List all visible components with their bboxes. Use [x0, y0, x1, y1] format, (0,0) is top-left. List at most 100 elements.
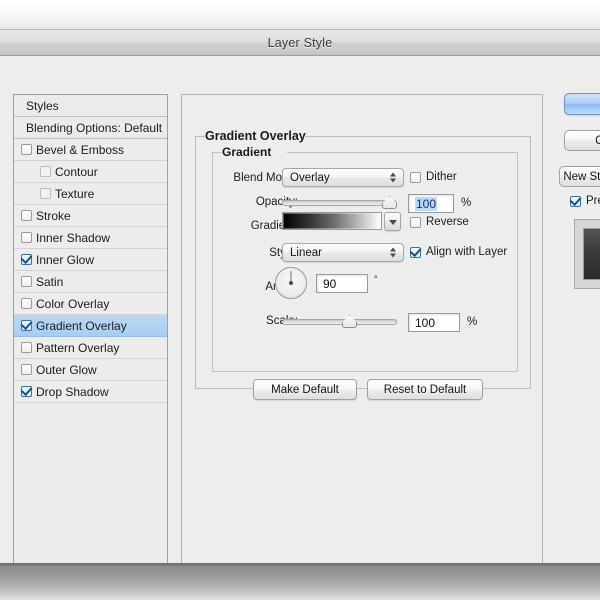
sidebar-item-label: Texture: [55, 186, 95, 201]
blending-options-label: Blending Options: Default: [26, 120, 163, 135]
section-title: Gradient Overlay: [205, 129, 306, 143]
sidebar-item-label: Drop Shadow: [36, 384, 109, 399]
sidebar-item-blending-options[interactable]: Blending Options: Default: [14, 117, 167, 139]
make-default-label: Make Default: [271, 383, 339, 396]
preview-label: Preview: [586, 195, 600, 207]
sidebar-item-contour[interactable]: Contour: [14, 161, 167, 183]
sidebar-item-drop-shadow[interactable]: Drop Shadow: [14, 381, 167, 403]
preview-thumbnail-swatch: [583, 228, 600, 280]
sidebar-item-outer-glow[interactable]: Outer Glow: [14, 359, 167, 381]
opacity-unit: %: [461, 197, 472, 209]
angle-dial[interactable]: [275, 267, 307, 299]
sidebar-item-label: Color Overlay: [36, 296, 110, 311]
sidebar-item-pattern-overlay[interactable]: Pattern Overlay: [14, 337, 167, 359]
chevron-updown-icon: [389, 246, 396, 259]
checkbox-icon-contour[interactable]: [40, 166, 51, 177]
reverse-checkbox[interactable]: Reverse: [410, 216, 469, 228]
new-style-button[interactable]: New Style...: [559, 166, 600, 187]
sidebar-item-color-overlay[interactable]: Color Overlay: [14, 293, 167, 315]
align-with-layer-label: Align with Layer: [426, 246, 508, 258]
gradient-swatch[interactable]: [282, 212, 382, 230]
scale-slider-thumb[interactable]: [342, 315, 357, 328]
checkbox-icon-pattern-overlay[interactable]: [21, 342, 32, 353]
checkbox-icon-gradient-overlay[interactable]: [21, 320, 32, 331]
sidebar-item-label: Gradient Overlay: [36, 318, 127, 333]
styles-list-empty-area: [14, 403, 167, 575]
preview-thumbnail: [574, 219, 600, 289]
gradient-group-frame-top-left: [212, 152, 222, 153]
screenshot-root: Layer Style Styles Blending Options: Def…: [0, 0, 600, 600]
dither-label: Dither: [426, 171, 457, 183]
sidebar-item-label: Pattern Overlay: [36, 340, 120, 355]
reset-to-default-label: Reset to Default: [383, 383, 467, 396]
sidebar-item-label: Inner Glow: [36, 252, 95, 267]
desktop-backdrop-top: [0, 0, 600, 29]
checkbox-icon-texture[interactable]: [40, 188, 51, 199]
group-title: Gradient: [222, 145, 272, 159]
sidebar-item-inner-glow[interactable]: Inner Glow: [14, 249, 167, 271]
checkbox-icon-inner-shadow[interactable]: [21, 232, 32, 243]
preview-checkbox[interactable]: Preview: [570, 195, 600, 207]
scale-slider-track[interactable]: [282, 319, 397, 325]
gradient-group-frame-top-right: [287, 152, 518, 153]
checkbox-icon-bevel-emboss[interactable]: [21, 144, 32, 155]
checkbox-icon-stroke[interactable]: [21, 210, 32, 221]
angle-input[interactable]: 90: [316, 274, 368, 293]
opacity-value: 100: [415, 196, 438, 211]
group-frame-top-right: [306, 136, 531, 137]
style-select[interactable]: Linear: [282, 243, 404, 262]
sidebar-item-gradient-overlay[interactable]: Gradient Overlay: [14, 315, 167, 337]
styles-list-header[interactable]: Styles: [14, 95, 167, 117]
blend-mode-value: Overlay: [290, 171, 330, 184]
dialog-body: Styles Blending Options: Default Bevel &…: [0, 56, 600, 600]
desktop-backdrop-bottom: [0, 566, 600, 600]
sidebar-item-label: Bevel & Emboss: [36, 142, 125, 157]
reverse-label: Reverse: [426, 216, 469, 228]
page-title: Layer Style: [267, 35, 333, 50]
opacity-slider-track[interactable]: [282, 200, 397, 206]
gradient-overlay-panel: Gradient Overlay Gradient Blend Mode: Ov…: [181, 94, 543, 600]
scale-unit: %: [467, 316, 478, 328]
scale-value: 100: [415, 315, 436, 330]
sidebar-item-label: Contour: [55, 164, 98, 179]
style-value: Linear: [290, 246, 322, 259]
sidebar-item-stroke[interactable]: Stroke: [14, 205, 167, 227]
checkbox-icon-satin[interactable]: [21, 276, 32, 287]
chevron-updown-icon: [389, 171, 396, 184]
angle-dial-hub: [289, 281, 293, 285]
reset-to-default-button[interactable]: Reset to Default: [367, 379, 483, 400]
sidebar-item-satin[interactable]: Satin: [14, 271, 167, 293]
dither-checkbox[interactable]: Dither: [410, 171, 457, 183]
cancel-button[interactable]: Cancel: [564, 130, 600, 151]
opacity-input[interactable]: 100: [408, 194, 454, 213]
blend-mode-select[interactable]: Overlay: [282, 168, 404, 187]
dialog-titlebar[interactable]: Layer Style: [0, 30, 600, 56]
styles-header-label: Styles: [26, 98, 59, 113]
checkbox-icon-dither[interactable]: [410, 171, 421, 183]
sidebar-item-texture[interactable]: Texture: [14, 183, 167, 205]
cancel-label: Cancel: [595, 134, 600, 147]
sidebar-item-label: Stroke: [36, 208, 71, 223]
checkbox-icon-outer-glow[interactable]: [21, 364, 32, 375]
checkbox-icon-reverse[interactable]: [410, 216, 421, 228]
dialog-action-column: OK Cancel New Style... Preview: [556, 56, 600, 564]
angle-unit: °: [374, 274, 378, 284]
sidebar-item-inner-shadow[interactable]: Inner Shadow: [14, 227, 167, 249]
checkbox-icon-preview[interactable]: [570, 195, 581, 207]
checkbox-icon-color-overlay[interactable]: [21, 298, 32, 309]
sidebar-item-bevel-emboss[interactable]: Bevel & Emboss: [14, 139, 167, 161]
align-with-layer-checkbox[interactable]: Align with Layer: [410, 246, 507, 258]
checkbox-icon-inner-glow[interactable]: [21, 254, 32, 265]
make-default-button[interactable]: Make Default: [253, 379, 357, 400]
checkbox-icon-drop-shadow[interactable]: [21, 386, 32, 397]
angle-value: 90: [323, 276, 337, 291]
styles-list[interactable]: Styles Blending Options: Default Bevel &…: [13, 94, 168, 576]
new-style-label: New Style...: [563, 170, 600, 183]
opacity-slider-thumb[interactable]: [382, 196, 397, 209]
gradient-preset-dropdown-button[interactable]: [384, 212, 401, 231]
sidebar-item-label: Inner Shadow: [36, 230, 111, 245]
checkbox-icon-align-with-layer[interactable]: [410, 246, 421, 258]
layer-style-dialog: Layer Style Styles Blending Options: Def…: [0, 29, 600, 600]
ok-button[interactable]: OK: [564, 93, 600, 115]
scale-input[interactable]: 100: [408, 313, 460, 332]
